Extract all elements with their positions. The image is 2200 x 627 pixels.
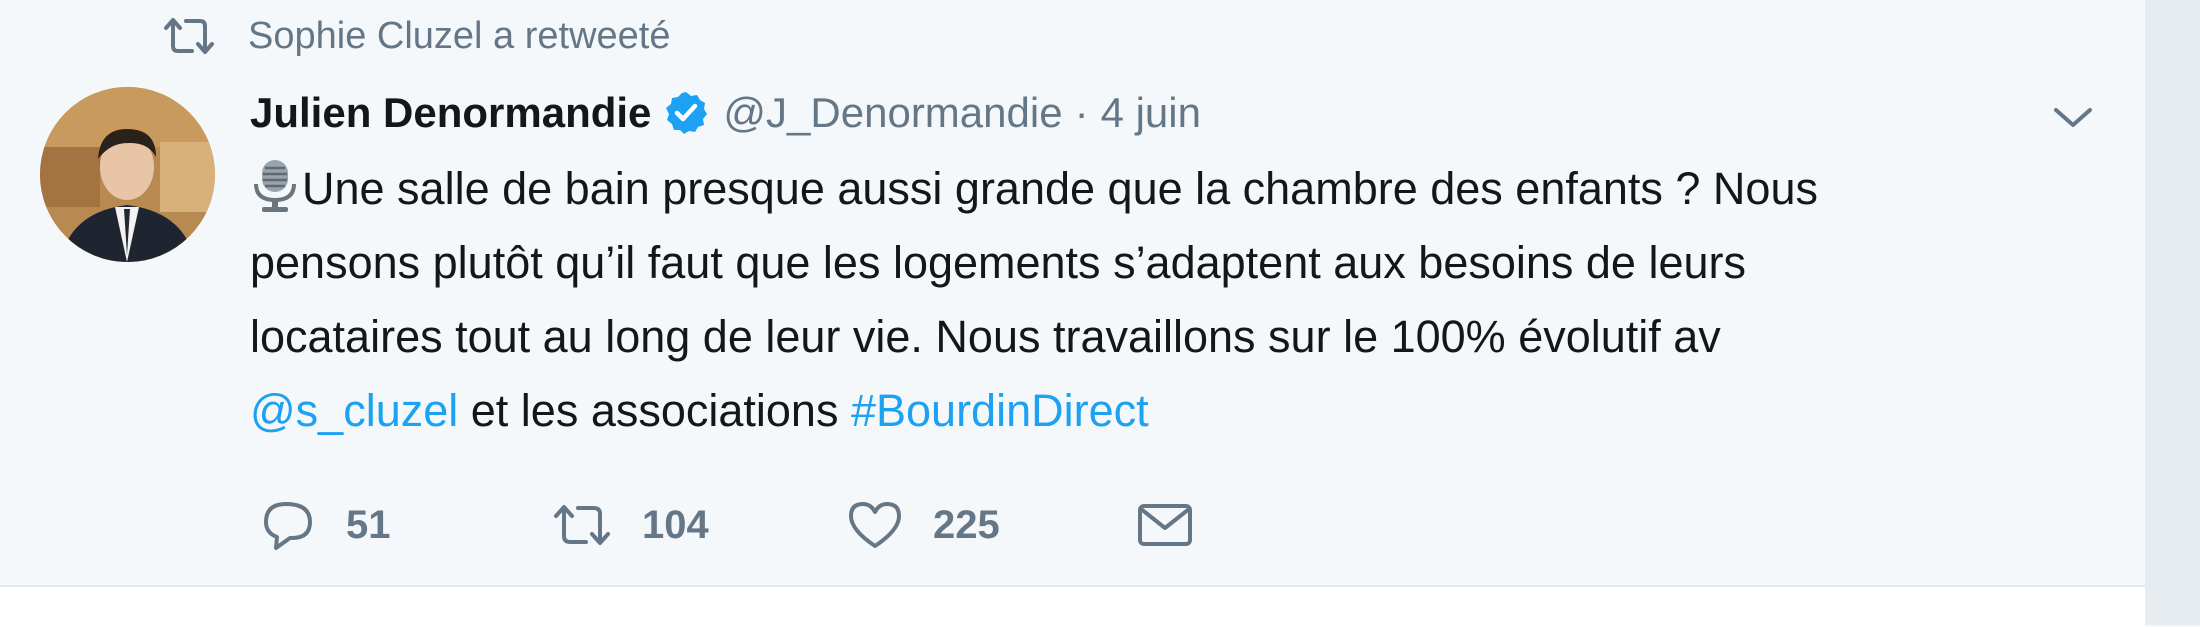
- tweet-text-fragment: et les associations: [458, 385, 851, 436]
- avatar[interactable]: [40, 87, 215, 262]
- scrollbar-track[interactable]: [2145, 0, 2200, 625]
- tweet-text-line: Une salle de bain presque aussi grande q…: [250, 152, 2110, 226]
- retweet-icon: [550, 502, 614, 548]
- reply-icon: [260, 498, 318, 552]
- tweet-text-line2: pensons plutôt qu’il faut que les logeme…: [250, 237, 1746, 288]
- chevron-down-icon[interactable]: [2050, 95, 2096, 141]
- tweet-divider: [0, 585, 2145, 627]
- retweet-button[interactable]: 104: [550, 490, 709, 560]
- microphone-emoji-icon: [250, 158, 300, 214]
- separator-dot: ·: [1074, 89, 1089, 136]
- envelope-icon: [1135, 500, 1195, 550]
- tweet-card[interactable]: Sophie Cluzel a retweeté Julien Denorman…: [0, 0, 2145, 585]
- retweet-count: 104: [642, 502, 709, 547]
- tweet-text-line3: locataires tout au long de leur vie. Nou…: [250, 311, 1721, 362]
- like-button[interactable]: 225: [845, 490, 1000, 560]
- tweet-text-line1: Une salle de bain presque aussi grande q…: [302, 163, 1818, 214]
- tweet-date[interactable]: 4 juin: [1101, 89, 1201, 137]
- reply-count: 51: [346, 502, 391, 547]
- author-name[interactable]: Julien Denormandie: [250, 89, 651, 137]
- tweet-text: Une salle de bain presque aussi grande q…: [250, 152, 2110, 448]
- like-count: 225: [933, 502, 1000, 547]
- tweet-header: Julien Denormandie @J_Denormandie · 4 ju…: [250, 82, 1201, 144]
- verified-badge-icon: [663, 90, 709, 136]
- tweet-text-line4: @s_cluzel et les associations #BourdinDi…: [250, 374, 2110, 448]
- retweet-icon: [160, 16, 218, 56]
- retweet-context: Sophie Cluzel a retweeté: [160, 12, 670, 60]
- heart-icon: [845, 498, 905, 552]
- reply-button[interactable]: 51: [260, 490, 391, 560]
- author-handle[interactable]: @J_Denormandie: [723, 89, 1062, 137]
- direct-message-button[interactable]: [1135, 490, 1195, 560]
- hashtag-link[interactable]: #BourdinDirect: [851, 385, 1149, 436]
- retweet-context-label[interactable]: Sophie Cluzel a retweeté: [248, 15, 670, 58]
- mention-link[interactable]: @s_cluzel: [250, 385, 458, 436]
